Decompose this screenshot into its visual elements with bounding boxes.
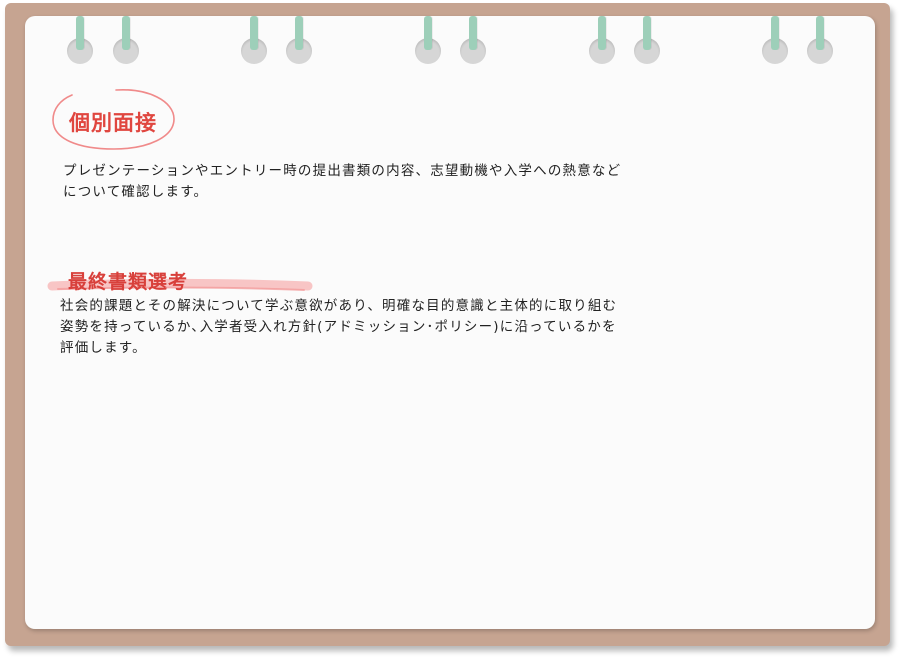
binder-ring [241,16,269,64]
binder-ring [634,16,662,64]
section-heading-final-document-screening: 最終書類選考 [46,265,314,299]
section-heading-individual-interview: 個別面接 [50,87,176,153]
binder-ring [762,16,790,64]
section-body: プレゼンテーションやエントリー時の提出書類の内容、志望動機や入学への熱意などにつ… [63,163,622,200]
section-title: 個別面接 [69,111,157,135]
binder-ring [113,16,141,64]
binder-ring [67,16,95,64]
binder-ring [415,16,443,64]
section-body: 社会的課題とその解決について学ぶ意欲があり、明確な目的意識と主体的に取り組む姿勢… [60,298,618,356]
binder-ring [286,16,314,64]
section-title: 最終書類選考 [68,271,189,293]
binder-ring [460,16,488,64]
binder-ring [589,16,617,64]
binder-ring [807,16,835,64]
